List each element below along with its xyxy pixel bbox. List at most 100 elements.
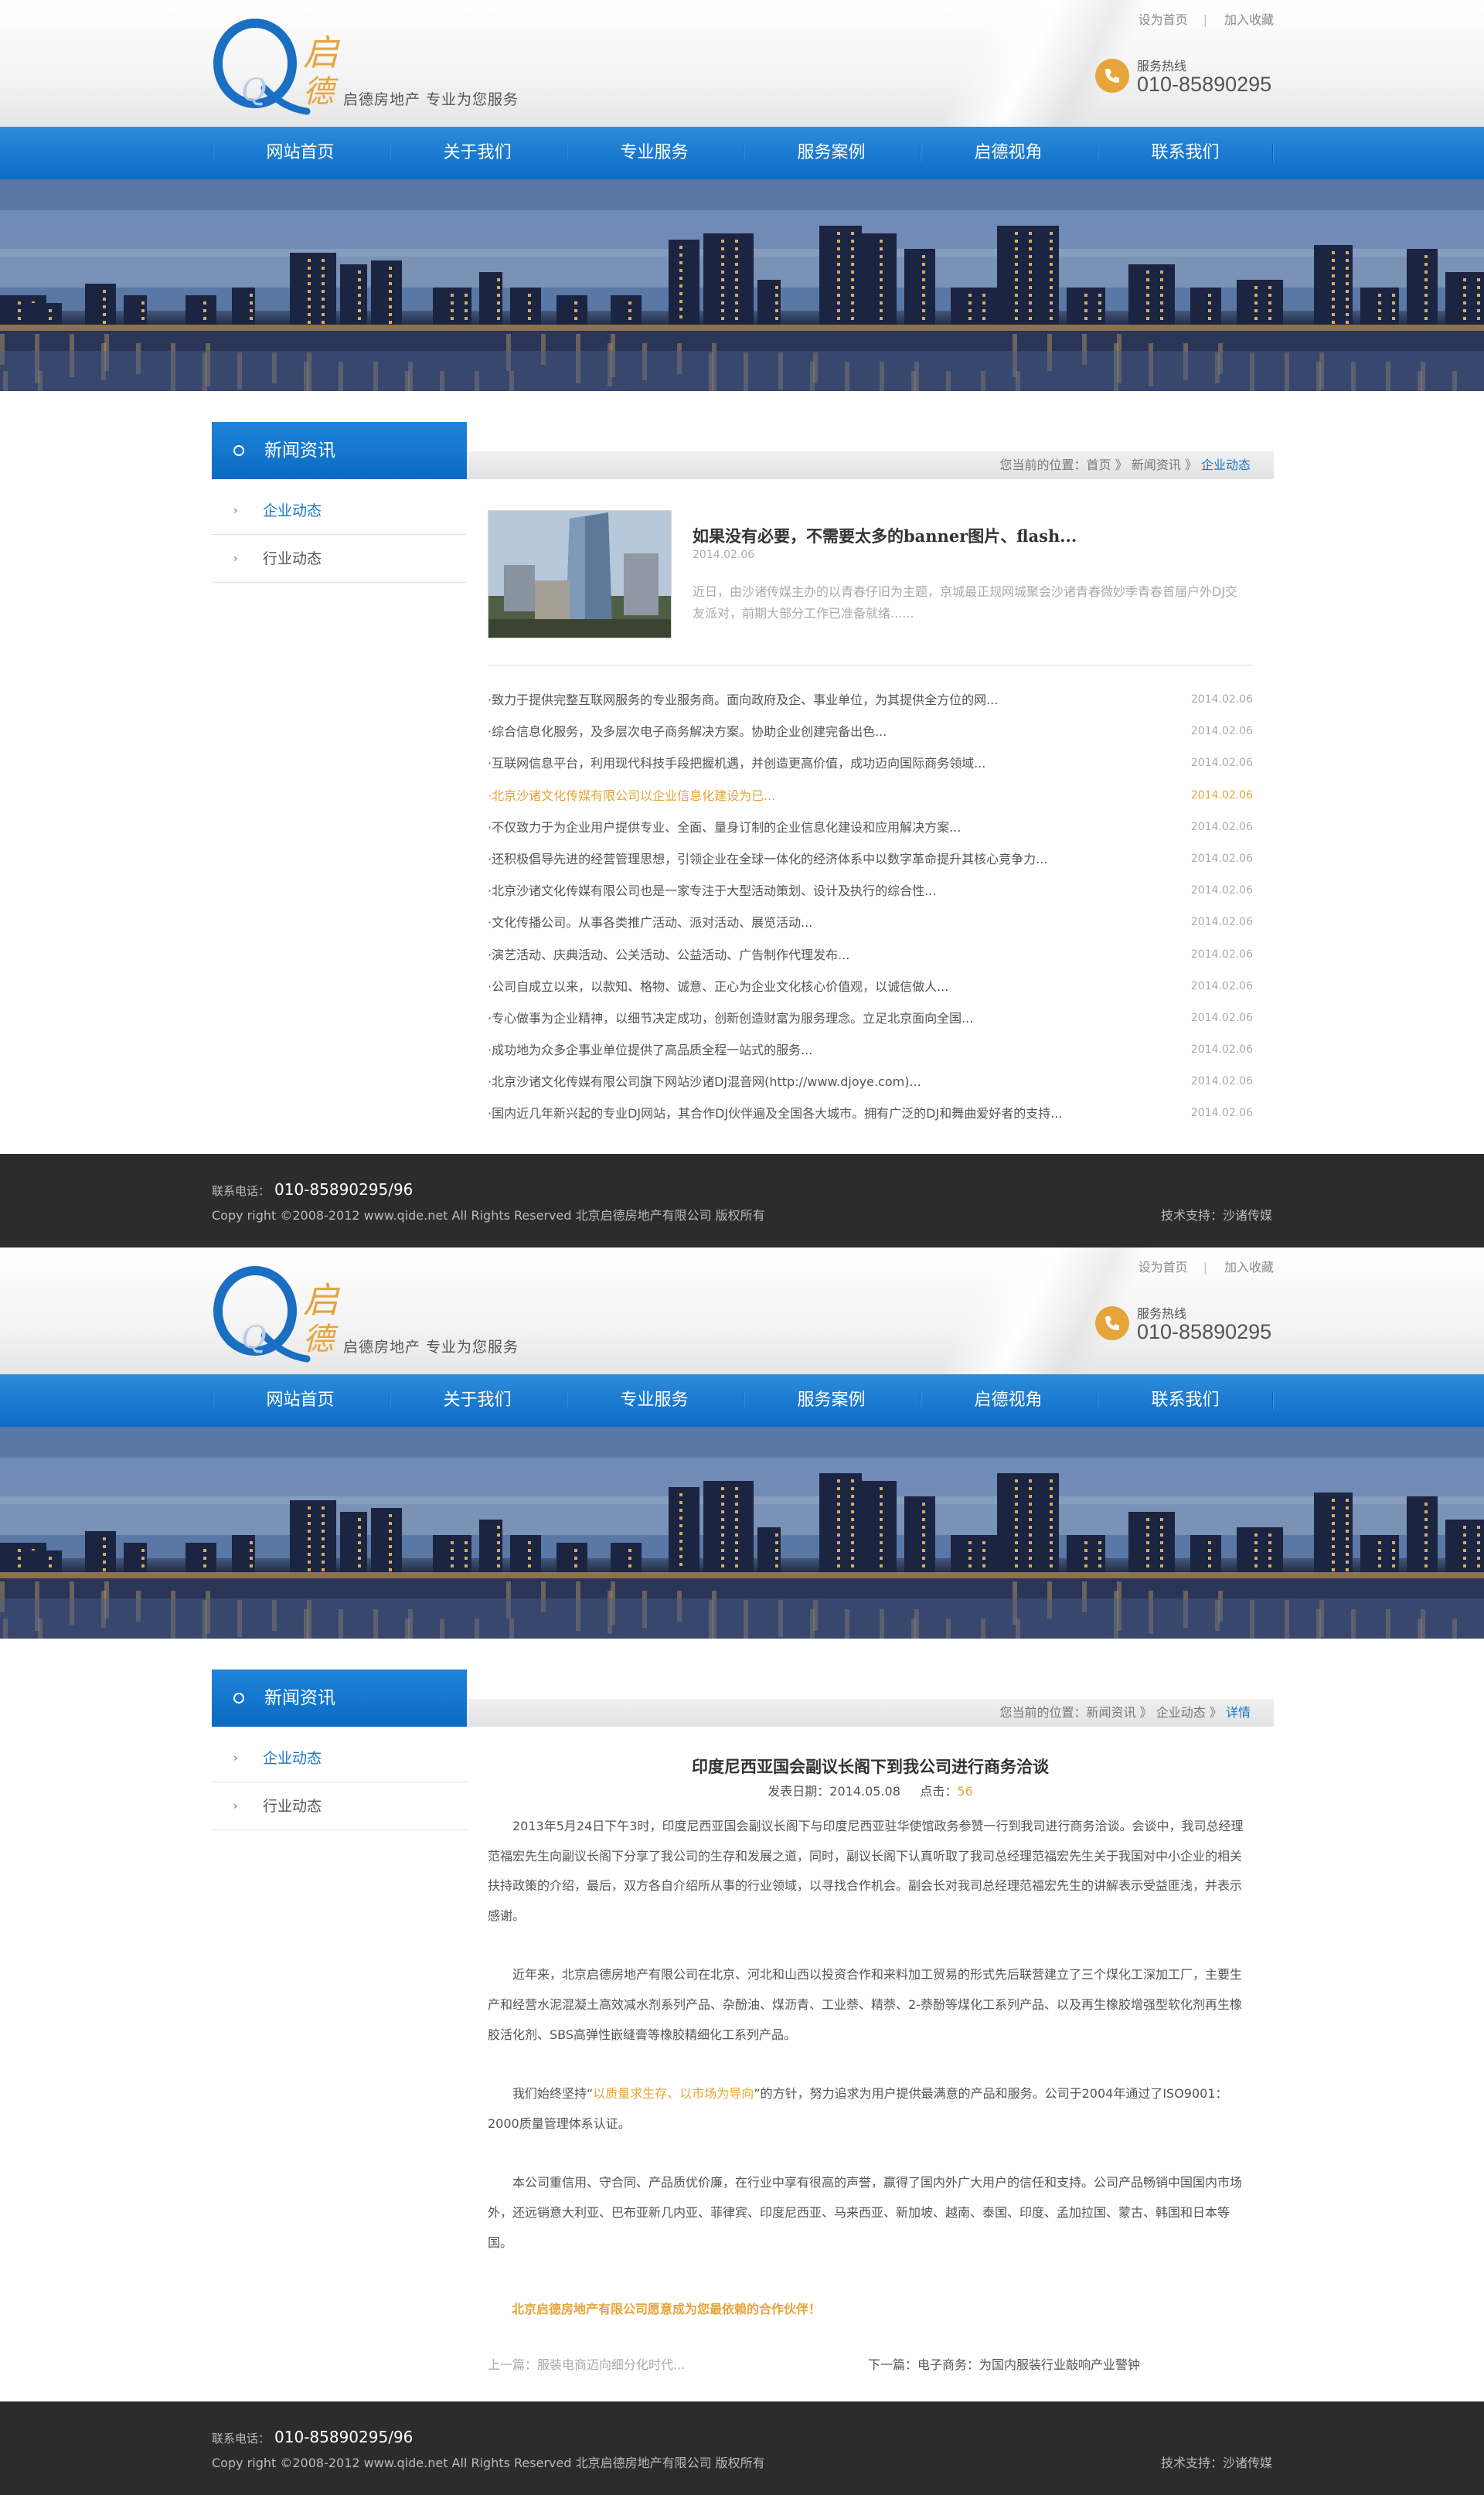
- footer-tech-support[interactable]: 技术支持：沙诸传媒: [1161, 2452, 1272, 2471]
- add-favorite-link[interactable]: 加入收藏: [1224, 1260, 1274, 1275]
- news-item-title[interactable]: ·演艺活动、庆典活动、公关活动、公益活动、广告制作代理发布...: [488, 939, 849, 971]
- add-favorite-link[interactable]: 加入收藏: [1224, 12, 1274, 27]
- set-homepage-link[interactable]: 设为首页: [1139, 1260, 1188, 1275]
- sidebar-item-company-news[interactable]: › 企业动态: [212, 1734, 467, 1782]
- article-paragraph: 我们始终坚持“以质量求生存、以市场为导向”的方针，努力追求为用户提供最满意的产品…: [488, 2086, 1228, 2131]
- news-item[interactable]: ·公司自成立以来，以款知、格物、诚意、正心为企业文化核心价值观，以诚信做人...…: [488, 971, 1253, 1002]
- news-item-title[interactable]: ·还积极倡导先进的经营管理思想，引领企业在全球一体化的经济体系中以数字革命提升其…: [488, 843, 1047, 875]
- news-item-title[interactable]: ·专心做事为企业精神，以细节决定成功，创新创造财富为服务理念。立足北京面向全国.…: [488, 1002, 973, 1034]
- breadcrumb-section[interactable]: 新闻资讯: [1087, 1705, 1136, 1720]
- featured-title[interactable]: 如果没有必要，不需要太多的banner图片、flash...: [693, 524, 1077, 547]
- news-item-title[interactable]: ·北京沙诸文化传媒有限公司也是一家专注于大型活动策划、设计及执行的综合性...: [488, 875, 936, 907]
- nav-cases[interactable]: 服务案例: [743, 127, 920, 179]
- news-item[interactable]: ·成功地为众多企事业单位提供了高品质全程一站式的服务... 2014.02.06: [488, 1034, 1253, 1066]
- news-item-date: 2014.02.06: [1190, 948, 1253, 961]
- sidebar-list: › 企业动态 › 行业动态: [212, 1734, 467, 1830]
- news-item-title[interactable]: ·北京沙诸文化传媒有限公司以企业信息化建设为已...: [488, 780, 775, 812]
- sidebar-item-industry-news[interactable]: › 行业动态: [212, 535, 467, 583]
- set-homepage-link[interactable]: 设为首页: [1139, 12, 1188, 27]
- nav-home[interactable]: 网站首页: [212, 1374, 389, 1427]
- news-item[interactable]: ·专心做事为企业精神，以细节决定成功，创新创造财富为服务理念。立足北京面向全国.…: [488, 1002, 1253, 1034]
- logo-slogan: 启德房地产 专业为您服务: [343, 1339, 519, 1356]
- news-item-title[interactable]: ·国内近几年新兴起的专业DJ网站，其合作DJ伙伴遍及全国各大城市。拥有广泛的DJ…: [488, 1098, 1062, 1129]
- arrow-icon: ›: [233, 505, 238, 517]
- featured-image[interactable]: [488, 510, 672, 638]
- news-item[interactable]: ·综合信息化服务，及多层次电子商务解决方案。协助企业创建完备出色... 2014.…: [488, 716, 1253, 747]
- site-footer: 联系电话： 010-85890295/96 Copy right ©2008-20…: [0, 1154, 1484, 1248]
- site-logo[interactable]: Q 启 德 启德房地产 专业为您服务: [210, 1263, 535, 1363]
- article-meta: 发表日期：2014.05.08 点击：56: [488, 1781, 1253, 1799]
- hotline-number: 010-85890295: [1137, 1320, 1272, 1343]
- breadcrumb-home[interactable]: 首页: [1087, 458, 1111, 472]
- arrow-icon: ›: [233, 1800, 238, 1813]
- news-item-date: 2014.02.06: [1190, 693, 1253, 706]
- footer-copyright: Copy right ©2008-2012 www.qide.net All R…: [212, 1208, 765, 1223]
- nav-perspective[interactable]: 启德视角: [920, 1374, 1097, 1427]
- news-item-date: 2014.02.06: [1190, 788, 1253, 802]
- news-item-title[interactable]: ·文化传播公司。从事各类推广活动、派对活动、展览活动...: [488, 907, 812, 938]
- logo-char-de: 德: [303, 1322, 334, 1357]
- news-item[interactable]: ·国内近几年新兴起的专业DJ网站，其合作DJ伙伴遍及全国各大城市。拥有广泛的DJ…: [488, 1098, 1253, 1129]
- news-item[interactable]: ·北京沙诸文化传媒有限公司也是一家专注于大型活动策划、设计及执行的综合性... 2…: [488, 875, 1253, 907]
- news-item-date: 2014.02.06: [1190, 1043, 1253, 1057]
- nav-contact[interactable]: 联系我们: [1097, 1374, 1274, 1427]
- sidebar-item-industry-news[interactable]: › 行业动态: [212, 1782, 467, 1830]
- arrow-icon: ›: [233, 553, 238, 565]
- news-item-title[interactable]: ·公司自成立以来，以款知、格物、诚意、正心为企业文化核心价值观，以诚信做人...: [488, 971, 948, 1002]
- sidebar-item-company-news[interactable]: › 企业动态: [212, 487, 467, 535]
- news-item-date: 2014.02.06: [1190, 757, 1253, 770]
- nav-contact[interactable]: 联系我们: [1097, 127, 1274, 179]
- nav-about[interactable]: 关于我们: [389, 127, 566, 179]
- next-article-link[interactable]: 下一篇：电子商务：为国内服装行业敲响产业警钟: [868, 2354, 1140, 2373]
- news-item-title[interactable]: ·综合信息化服务，及多层次电子商务解决方案。协助企业创建完备出色...: [488, 716, 887, 747]
- main-nav: 网站首页 关于我们 专业服务 服务案例 启德视角 联系我们: [0, 1374, 1484, 1427]
- nav-perspective[interactable]: 启德视角: [920, 127, 1097, 179]
- site-footer: 联系电话： 010-85890295/96 Copy right ©2008-20…: [0, 2401, 1484, 2495]
- article-paragraph: 2013年5月24日下午3时，印度尼西亚国会副议长阁下与印度尼西亚驻华使馆政务参…: [488, 1819, 1244, 1923]
- news-item[interactable]: ·还积极倡导先进的经营管理思想，引领企业在全球一体化的经济体系中以数字革命提升其…: [488, 843, 1253, 875]
- logo-q-mark: Q: [213, 19, 311, 115]
- article-paragraph: 近年来，北京启德房地产有限公司在北京、河北和山西以投资合作和来料加工贸易的形式先…: [488, 1967, 1243, 2042]
- city-banner: [0, 1427, 1484, 1639]
- news-item-date: 2014.02.06: [1190, 820, 1253, 833]
- site-logo[interactable]: Q 启 德 启德房地产 专业为您服务: [210, 15, 535, 116]
- news-item-title[interactable]: ·北京沙诸文化传媒有限公司旗下网站沙诸DJ混音网(http://www.djoy…: [488, 1066, 921, 1098]
- article-clicks: 56: [957, 1784, 973, 1799]
- breadcrumb-prefix: 您当前的位置：: [999, 458, 1087, 472]
- logo-slogan: 启德房地产 专业为您服务: [343, 91, 519, 108]
- logo-q-mark: Q: [213, 1266, 311, 1363]
- footer-tech-support[interactable]: 技术支持：沙诸传媒: [1161, 1205, 1272, 1224]
- phone-icon: [1095, 1306, 1129, 1340]
- breadcrumb-section[interactable]: 新闻资讯: [1132, 458, 1181, 472]
- news-item[interactable]: ·互联网信息平台，利用现代科技手段把握机遇，并创造更高价值，成功迈向国际商务领域…: [488, 747, 1253, 779]
- nav-cases[interactable]: 服务案例: [743, 1374, 920, 1427]
- news-item-date: 2014.02.06: [1190, 852, 1253, 865]
- site-header: Q 启 德 启德房地产 专业为您服务 设为首页 | 加入收藏 服务热线 010-85…: [0, 0, 1484, 127]
- prev-article-link[interactable]: 上一篇：服装电商迈向细分化时代...: [488, 2354, 685, 2373]
- news-item[interactable]: ·北京沙诸文化传媒有限公司旗下网站沙诸DJ混音网(http://www.djoy…: [488, 1066, 1253, 1098]
- nav-services[interactable]: 专业服务: [566, 127, 743, 179]
- sidebar-list: › 企业动态 › 行业动态: [212, 487, 467, 583]
- news-item-title[interactable]: ·互联网信息平台，利用现代科技手段把握机遇，并创造更高价值，成功迈向国际商务领域…: [488, 747, 985, 779]
- news-item[interactable]: ·演艺活动、庆典活动、公关活动、公益活动、广告制作代理发布... 2014.02.…: [488, 939, 1253, 971]
- news-item[interactable]: ·致力于提供完整互联网服务的专业服务商。面向政府及企、事业单位，为其提供全方位的…: [488, 684, 1253, 716]
- news-item-title[interactable]: ·不仅致力于为企业用户提供专业、全面、量身订制的企业信息化建设和应用解决方案..…: [488, 812, 961, 843]
- phone-icon: [1095, 59, 1129, 93]
- arrow-icon: ›: [233, 1752, 238, 1765]
- news-item[interactable]: ·北京沙诸文化传媒有限公司以企业信息化建设为已... 2014.02.06: [488, 780, 1253, 812]
- nav-home[interactable]: 网站首页: [212, 127, 389, 179]
- news-item-title[interactable]: ·致力于提供完整互联网服务的专业服务商。面向政府及企、事业单位，为其提供全方位的…: [488, 684, 998, 716]
- news-item-date: 2014.02.06: [1190, 884, 1253, 897]
- top-links: 设为首页 | 加入收藏: [1138, 12, 1274, 27]
- hotline: 服务热线 010-85890295: [1095, 56, 1281, 102]
- news-item[interactable]: ·文化传播公司。从事各类推广活动、派对活动、展览活动... 2014.02.06: [488, 907, 1253, 938]
- nav-services[interactable]: 专业服务: [566, 1374, 743, 1427]
- news-item-date: 2014.02.06: [1190, 916, 1253, 929]
- svg-text:Q: Q: [241, 73, 267, 108]
- news-item-title[interactable]: ·成功地为众多企事业单位提供了高品质全程一站式的服务...: [488, 1034, 812, 1066]
- hotline-label: 服务热线: [1137, 59, 1187, 73]
- news-item[interactable]: ·不仅致力于为企业用户提供专业、全面、量身订制的企业信息化建设和应用解决方案..…: [488, 812, 1253, 843]
- article-body: 2013年5月24日下午3时，印度尼西亚国会副议长阁下与印度尼西亚驻华使馆政务参…: [488, 1812, 1253, 2287]
- nav-about[interactable]: 关于我们: [389, 1374, 566, 1427]
- breadcrumb-subsection[interactable]: 企业动态: [1156, 1705, 1206, 1720]
